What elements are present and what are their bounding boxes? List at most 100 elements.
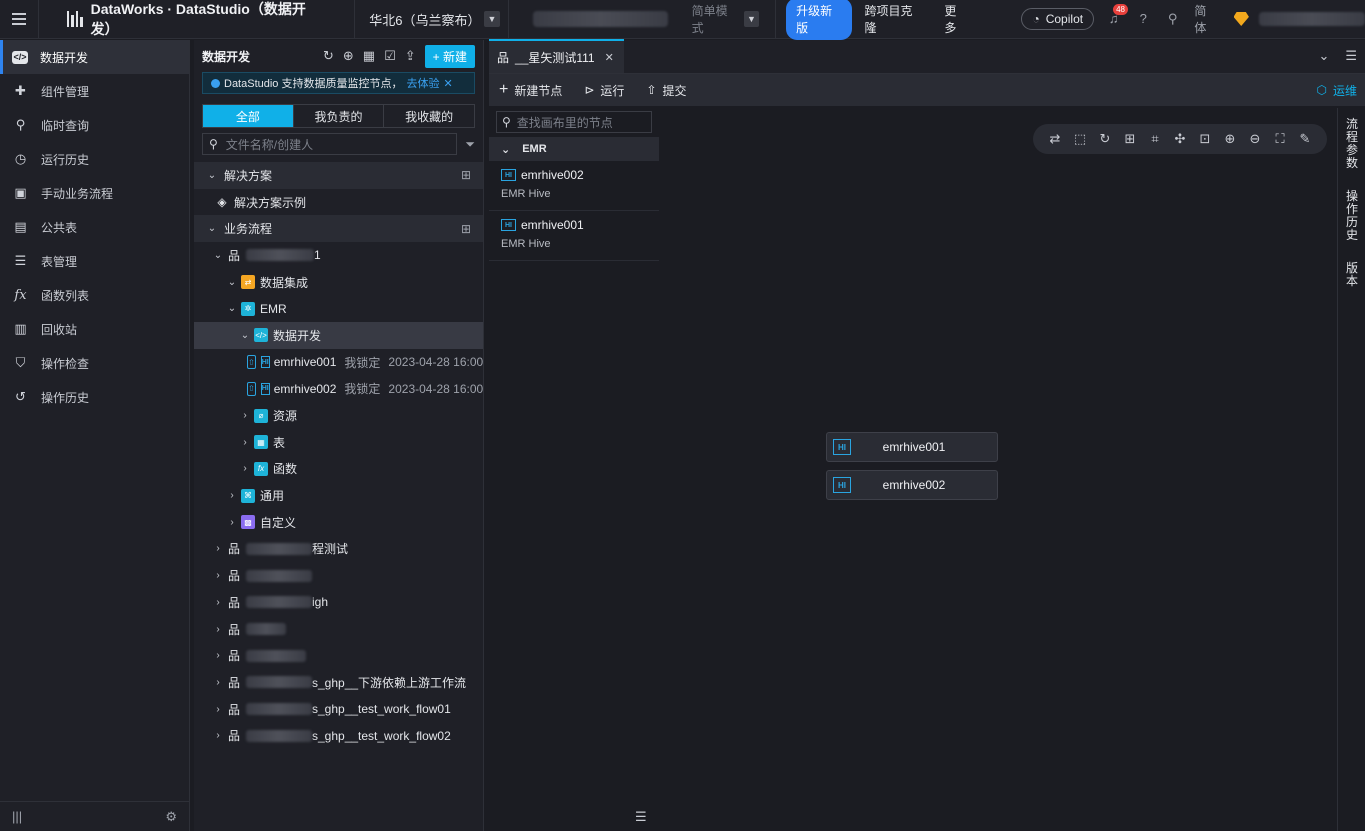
select-box-icon[interactable]: ⬚: [1072, 131, 1088, 147]
nav-item-operation-check[interactable]: ⛉ 操作检查: [0, 346, 189, 380]
nav-item-manual-flow[interactable]: ▣ 手动业务流程: [0, 176, 189, 210]
copilot-button[interactable]: ◔ Copilot: [1021, 8, 1095, 30]
import-icon[interactable]: ☑: [384, 48, 396, 64]
right-tab-flow-params[interactable]: 流程参数: [1338, 118, 1365, 170]
nav-item-public-table[interactable]: ▤ 公共表: [0, 210, 189, 244]
mode-selector[interactable]: 简单模式 ▼: [692, 0, 777, 39]
tree-item-table[interactable]: › ▦ 表: [194, 429, 483, 456]
run-button[interactable]: ⊳ 运行: [584, 82, 624, 99]
node-search-input[interactable]: ⚲ 查找画布里的节点: [496, 111, 652, 133]
tab-workflow[interactable]: 品 __星矢测试111 ✕: [489, 39, 624, 73]
file-search-input[interactable]: ⚲ 文件名称/创建人: [202, 133, 458, 155]
grid-icon[interactable]: ⊞: [461, 222, 471, 236]
tree-item-solution-example[interactable]: ◈ 解决方案示例: [194, 189, 483, 216]
segment-favorites[interactable]: 我收藏的: [384, 105, 474, 127]
bell-icon[interactable]: ♫ 48: [1106, 4, 1128, 27]
close-icon[interactable]: ✕: [605, 51, 614, 64]
tree-item-flow[interactable]: › 品 igh: [194, 589, 483, 616]
node-list-item[interactable]: HI emrhive001 EMR Hive: [489, 211, 659, 261]
fit-view-icon[interactable]: ⌗: [1147, 131, 1163, 147]
gem-icon[interactable]: [1233, 12, 1249, 26]
tree-item-flow[interactable]: ⌄ 品 1: [194, 242, 483, 269]
filter-icon[interactable]: ⏷: [465, 137, 475, 152]
right-tab-operation-history[interactable]: 操作历史: [1338, 190, 1365, 242]
section-business-flow[interactable]: ⌄ 业务流程 ⊞: [194, 215, 483, 243]
canvas-node[interactable]: HI emrhive001: [826, 432, 998, 462]
collapse-panel-icon[interactable]: ☰: [635, 809, 647, 825]
region-selector[interactable]: 华北6（乌兰察布） ▼: [355, 0, 509, 39]
nav-item-components[interactable]: ✚ 组件管理: [0, 74, 189, 108]
refresh-icon[interactable]: ↻: [1097, 131, 1113, 147]
tree-item-flow[interactable]: › 品: [194, 616, 483, 643]
new-node-button[interactable]: + 新建节点: [499, 81, 562, 99]
settings-gear-icon[interactable]: ⚙: [165, 809, 177, 825]
tree-item-function[interactable]: › fx 函数: [194, 456, 483, 483]
nav-item-run-history[interactable]: ◷ 运行历史: [0, 142, 189, 176]
new-button[interactable]: + 新建: [424, 44, 475, 68]
notice-link[interactable]: 去体验: [406, 75, 439, 91]
center-icon[interactable]: ✣: [1172, 131, 1188, 147]
notice-text: DataStudio 支持数据质量监控节点，: [224, 78, 403, 90]
tree-item-flow[interactable]: › 品 s_ghp__test_work_flow01: [194, 696, 483, 723]
tree-item-flow[interactable]: › 品: [194, 562, 483, 589]
tree-item-emr[interactable]: ⌄ ✲ EMR: [194, 295, 483, 322]
zoom-out-icon[interactable]: ⊖: [1247, 131, 1263, 147]
format-icon[interactable]: ✎: [1297, 131, 1313, 147]
user-account-redacted[interactable]: [1258, 12, 1365, 26]
tab-list-chevron-icon[interactable]: ⌄: [1318, 48, 1329, 64]
cross-project-clone-link[interactable]: 跨项目克隆: [864, 2, 922, 36]
node-name: emrhive002: [521, 168, 584, 182]
segment-mine[interactable]: 我负责的: [294, 105, 385, 127]
nav-item-functions[interactable]: fx 函数列表: [0, 278, 189, 312]
tree-file-row[interactable]: ⇧ HI emrhive002 我锁定 2023-04-28 16:00: [194, 376, 483, 403]
tree-item-flow[interactable]: › 品: [194, 642, 483, 669]
tree-item-flow[interactable]: › 品 s_ghp__test_work_flow02: [194, 722, 483, 749]
filter-list-icon[interactable]: ▦: [363, 48, 375, 64]
tree-item-custom[interactable]: › ▩ 自定义: [194, 509, 483, 536]
node-group-emr[interactable]: ⌄ EMR: [489, 137, 659, 161]
locate-icon[interactable]: ⊕: [343, 48, 354, 64]
fullscreen-icon[interactable]: ⛶: [1272, 131, 1288, 147]
tree-item-flow[interactable]: › 品 s_ghp__下游依赖上游工作流: [194, 669, 483, 696]
zoom-in-icon[interactable]: ⊕: [1222, 131, 1238, 147]
workspace-selector-redacted[interactable]: [532, 11, 668, 27]
flow-icon: 品: [227, 675, 240, 690]
tree-item-flow[interactable]: › 品 程测试: [194, 536, 483, 563]
upgrade-button[interactable]: 升级新版: [786, 0, 853, 40]
nav-item-recycle-bin[interactable]: ▥ 回收站: [0, 312, 189, 346]
tree-item-data-integration[interactable]: ⌄ ⇄ 数据集成: [194, 269, 483, 296]
node-list-item[interactable]: HI emrhive002 EMR Hive: [489, 161, 659, 211]
more-menu[interactable]: 更多: [944, 2, 967, 36]
collapse-icon[interactable]: |||: [12, 809, 22, 824]
copilot-icon: ◔: [1032, 12, 1040, 26]
language-switch[interactable]: 简体: [1194, 2, 1217, 36]
menu-icon[interactable]: ☰: [1345, 48, 1357, 64]
tree-item-resource[interactable]: › ⌀ 资源: [194, 402, 483, 429]
chevron-down-icon: ⌄: [227, 303, 237, 315]
operations-link[interactable]: ⬡ 运维: [1317, 82, 1358, 99]
tree-item-data-dev[interactable]: ⌄ </> 数据开发: [194, 322, 483, 349]
nav-item-table-management[interactable]: ☰ 表管理: [0, 244, 189, 278]
grid-icon[interactable]: ⊞: [461, 168, 471, 182]
hamburger-menu-icon[interactable]: [0, 0, 39, 39]
help-icon[interactable]: ?: [1136, 11, 1151, 27]
product-logo[interactable]: DataWorks · DataStudio（数据开发）: [39, 0, 356, 39]
export-icon[interactable]: ⇪: [405, 48, 416, 64]
tree-item-label: 数据集成: [260, 275, 309, 290]
nav-item-operation-history[interactable]: ↺ 操作历史: [0, 380, 189, 414]
close-icon[interactable]: ✕: [443, 77, 452, 90]
actual-size-icon[interactable]: ⊡: [1197, 131, 1213, 147]
tree-file-row[interactable]: ⇧ HI emrhive001 我锁定 2023-04-28 16:00: [194, 349, 483, 376]
segment-all[interactable]: 全部: [203, 105, 294, 127]
submit-button[interactable]: ⇧ 提交: [646, 82, 686, 99]
nav-item-adhoc-query[interactable]: ⚲ 临时查询: [0, 108, 189, 142]
tree-item-general[interactable]: › ⌘ 通用: [194, 482, 483, 509]
wrench-icon[interactable]: ⚲: [1165, 11, 1180, 27]
swap-icon[interactable]: ⇄: [1047, 131, 1063, 147]
refresh-icon[interactable]: ↻: [323, 48, 334, 64]
canvas-node[interactable]: HI emrhive002: [826, 470, 998, 500]
right-tab-version[interactable]: 版本: [1338, 262, 1365, 288]
nav-item-data-dev[interactable]: </> 数据开发: [0, 40, 189, 74]
section-solution[interactable]: ⌄ 解决方案 ⊞: [194, 162, 483, 189]
layout-grid-icon[interactable]: ⊞: [1122, 131, 1138, 147]
